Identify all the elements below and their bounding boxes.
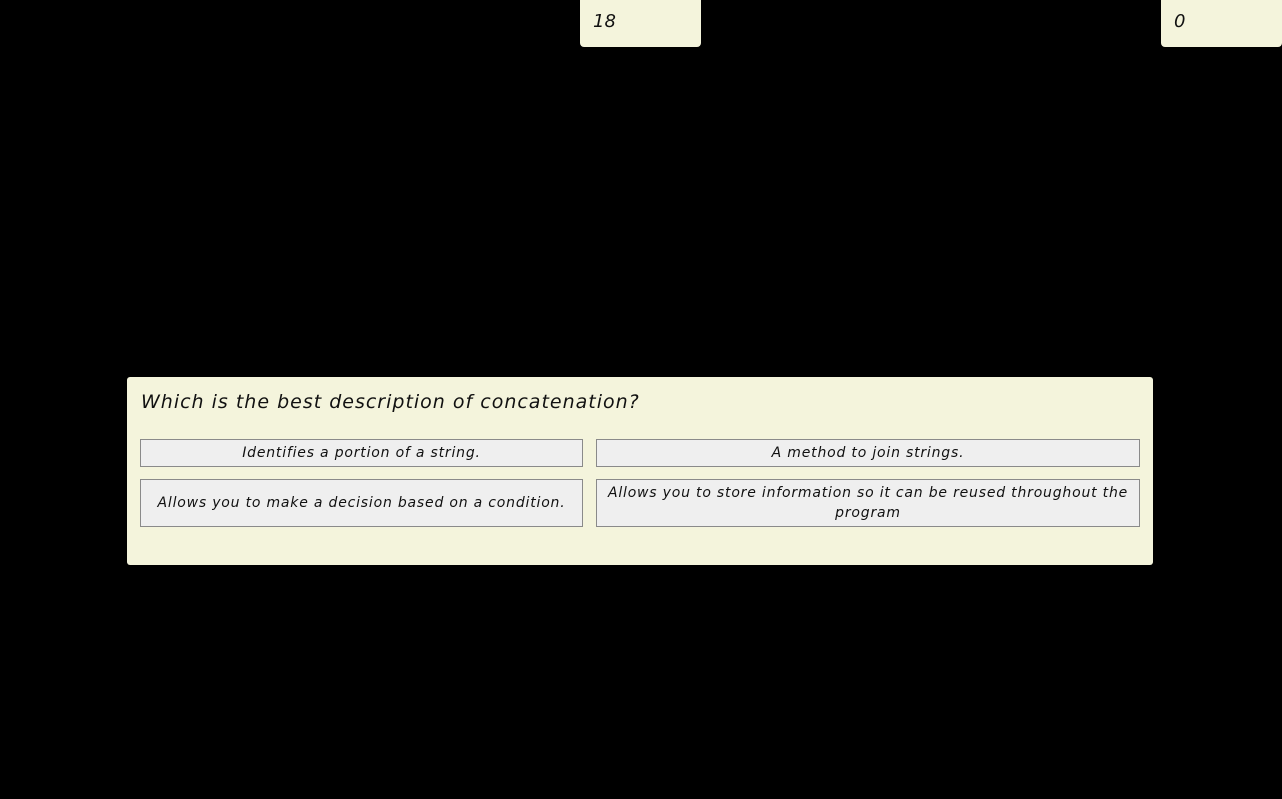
answer-label: A method to join strings.: [771, 445, 965, 461]
answer-button-2[interactable]: A method to join strings.: [596, 439, 1140, 467]
answer-label: Identifies a portion of a string.: [242, 445, 481, 461]
answer-label: Allows you to store information so it ca…: [607, 485, 1129, 521]
question-text: Which is the best description of concate…: [141, 391, 640, 413]
score-value: 0: [1174, 11, 1186, 32]
timer-display: 18: [580, 0, 701, 47]
timer-value: 18: [593, 11, 616, 32]
question-panel: Which is the best description of concate…: [127, 377, 1153, 565]
answer-button-3[interactable]: Allows you to make a decision based on a…: [140, 479, 583, 527]
answer-button-1[interactable]: Identifies a portion of a string.: [140, 439, 583, 467]
answer-label: Allows you to make a decision based on a…: [157, 495, 566, 511]
score-display: 0: [1161, 0, 1282, 47]
answer-button-4[interactable]: Allows you to store information so it ca…: [596, 479, 1140, 527]
